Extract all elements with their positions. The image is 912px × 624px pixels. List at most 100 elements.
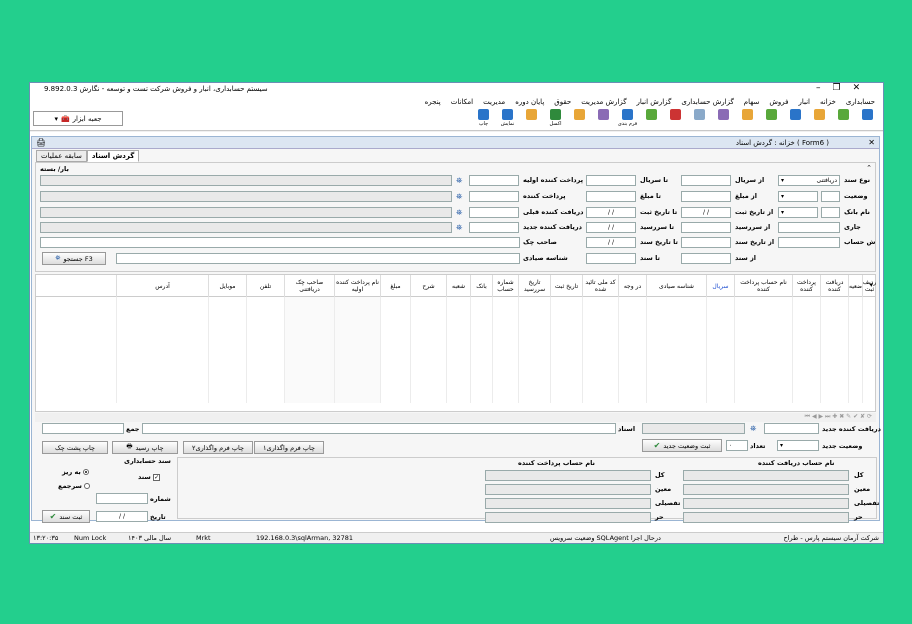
grid-column-header[interactable]: پرداخت کننده bbox=[792, 275, 820, 297]
payer-name-field[interactable] bbox=[40, 191, 452, 202]
grid-column-header[interactable]: تاریخ ثبت bbox=[550, 275, 582, 297]
bank-select[interactable]: ▾ bbox=[778, 207, 818, 218]
menu-item[interactable]: پایان دوره bbox=[515, 98, 544, 106]
toolbar-button[interactable] bbox=[521, 108, 542, 129]
docs-input[interactable] bbox=[142, 423, 616, 434]
tab-document-flow[interactable]: گردش اسناد bbox=[86, 150, 140, 162]
first-payer-code-input[interactable] bbox=[469, 175, 519, 186]
form-close-icon[interactable]: ✕ bbox=[868, 138, 875, 147]
collapse-icon[interactable]: ⌃ bbox=[866, 164, 872, 172]
tools-menu-button[interactable]: ▾ 🧰 جعبه ابزار bbox=[33, 111, 123, 126]
bank-code-input[interactable] bbox=[821, 207, 840, 218]
from-serial-input[interactable] bbox=[681, 175, 731, 186]
prev-receiver-code-input[interactable] bbox=[469, 207, 519, 218]
tab-operation-history[interactable]: سابقه عملیات bbox=[36, 150, 87, 162]
menu-item[interactable]: گزارش حسابداری bbox=[681, 98, 733, 106]
toolbar-button[interactable] bbox=[809, 108, 830, 129]
radio-total-button[interactable] bbox=[84, 483, 91, 489]
payer-har-field[interactable] bbox=[485, 512, 651, 523]
from-amount-input[interactable] bbox=[681, 191, 731, 202]
radio-detail[interactable]: به ریز bbox=[62, 468, 90, 476]
grid-column-header[interactable]: نام پرداخت کننده اولیه bbox=[334, 275, 380, 297]
minimize-icon[interactable]: – bbox=[816, 83, 821, 93]
menu-item[interactable]: سهام bbox=[744, 98, 760, 106]
current-input[interactable] bbox=[778, 222, 840, 233]
new-receiver-name-field[interactable] bbox=[40, 222, 452, 233]
number-input[interactable] bbox=[96, 493, 148, 504]
binoculars-icon[interactable]: ⛯ bbox=[456, 223, 462, 233]
grid-column-header[interactable]: نام حساب پرداخت کننده bbox=[734, 275, 792, 297]
receiver-moein-field[interactable] bbox=[683, 484, 849, 495]
receiver-har-field[interactable] bbox=[683, 512, 849, 523]
toolbar-button[interactable] bbox=[737, 108, 758, 129]
radio-total[interactable]: سرجمع bbox=[58, 482, 91, 490]
payer-moein-field[interactable] bbox=[485, 484, 651, 495]
grid-column-header[interactable]: صاحب چک دریافتنی bbox=[284, 275, 334, 297]
new-receiver-bottom-input[interactable] bbox=[764, 423, 819, 434]
toolbar-button[interactable] bbox=[665, 108, 686, 129]
payer-code-input[interactable] bbox=[469, 191, 519, 202]
menu-item[interactable]: مدیریت bbox=[483, 98, 505, 106]
from-doc-date-input[interactable] bbox=[681, 237, 731, 248]
account-number-input[interactable] bbox=[778, 237, 840, 248]
sayadi-id-input[interactable] bbox=[116, 253, 520, 264]
grid-column-header[interactable]: کد ملی تائید شده bbox=[582, 275, 618, 297]
status-select[interactable]: ▾ bbox=[778, 191, 818, 202]
menu-item[interactable]: انبار bbox=[798, 98, 810, 106]
menu-item[interactable]: خزانه bbox=[820, 98, 836, 106]
date-input[interactable]: / / bbox=[96, 511, 148, 522]
total-input[interactable] bbox=[42, 423, 124, 434]
grid-column-header[interactable]: تلفن bbox=[246, 275, 284, 297]
menu-item[interactable]: حقوق bbox=[554, 98, 571, 106]
grid-column-header[interactable]: شماره حساب bbox=[492, 275, 518, 297]
to-doc-input[interactable] bbox=[586, 253, 636, 264]
print-form2-button[interactable]: چاپ فرم واگذاری۲ bbox=[183, 441, 253, 454]
from-due-date-input[interactable] bbox=[681, 222, 731, 233]
print-back-check-button[interactable]: چاپ پشت چک bbox=[42, 441, 108, 454]
grid-column-header[interactable]: شناسه صیادی bbox=[646, 275, 706, 297]
toolbar-button[interactable] bbox=[713, 108, 734, 129]
toolbar-button[interactable] bbox=[641, 108, 662, 129]
radio-detail-button[interactable] bbox=[83, 469, 90, 475]
close-icon[interactable]: ✕ bbox=[853, 83, 861, 93]
register-doc-button[interactable]: ✔ ثبت سند bbox=[42, 510, 90, 523]
receiver-tafsili-field[interactable] bbox=[683, 498, 849, 509]
grid-column-header[interactable]: سریال bbox=[706, 275, 734, 297]
grid-column-header[interactable]: مبلغ bbox=[380, 275, 410, 297]
new-receiver-bottom-name[interactable] bbox=[642, 423, 745, 434]
binoculars-icon[interactable]: ⛯ bbox=[750, 424, 756, 434]
to-doc-date-input[interactable]: / / bbox=[586, 237, 636, 248]
grid-column-header[interactable]: تاریخ سررسید bbox=[518, 275, 550, 297]
navigator-icons[interactable]: ⏮ ◀ ▶ ⏭ ✚ ✖ ✎ ✔ ✘ ⟳ bbox=[805, 413, 872, 421]
count-input[interactable]: ۰ bbox=[726, 440, 748, 451]
toolbar-button[interactable]: فرم بندی bbox=[617, 108, 638, 129]
from-reg-date-input[interactable]: / / bbox=[681, 207, 731, 218]
documents-grid[interactable]: ردیف ثبت ضعیه دریافت کننده پرداخت کننده نام … bbox=[35, 274, 876, 412]
to-reg-date-input[interactable]: / / bbox=[586, 207, 636, 218]
toolbar-button[interactable]: چاپ bbox=[473, 108, 494, 129]
print-form1-button[interactable]: چاپ فرم واگذاری۱ bbox=[254, 441, 324, 454]
toolbar-button[interactable] bbox=[857, 108, 878, 129]
menu-item[interactable]: گزارش انبار bbox=[637, 98, 672, 106]
grid-column-header[interactable]: در وجه bbox=[618, 275, 646, 297]
check-owner-field[interactable] bbox=[40, 237, 520, 248]
first-payer-name-field[interactable] bbox=[40, 175, 452, 186]
toolbar-button[interactable]: نمایش bbox=[497, 108, 518, 129]
toolbar-button[interactable] bbox=[593, 108, 614, 129]
from-doc-input[interactable] bbox=[681, 253, 731, 264]
grid-column-header[interactable]: شرح bbox=[410, 275, 446, 297]
acc-doc-checkbox[interactable]: ✓ bbox=[153, 474, 161, 481]
to-due-date-input[interactable]: / / bbox=[586, 222, 636, 233]
maximize-icon[interactable]: ❐ bbox=[833, 83, 841, 93]
toolbar-button[interactable] bbox=[833, 108, 854, 129]
grid-column-header[interactable]: شعبه bbox=[446, 275, 470, 297]
toolbar-button[interactable] bbox=[761, 108, 782, 129]
grid-column-header[interactable]: موبایل bbox=[208, 275, 246, 297]
doc-type-select[interactable]: ▾ دریافتنی bbox=[778, 175, 840, 186]
binoculars-icon[interactable]: ⛯ bbox=[456, 208, 462, 218]
menu-item[interactable]: فروش bbox=[769, 98, 788, 106]
payer-kol-field[interactable] bbox=[485, 470, 651, 481]
new-receiver-code-input[interactable] bbox=[469, 222, 519, 233]
grid-column-header[interactable]: دریافت کننده bbox=[820, 275, 848, 297]
grid-column-header[interactable]: آدرس bbox=[116, 275, 208, 297]
